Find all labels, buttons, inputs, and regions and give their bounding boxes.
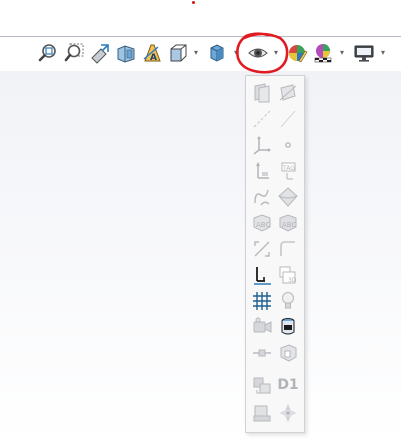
zoom-to-fit-icon[interactable]	[37, 42, 59, 64]
view-weld-beads-part-icon[interactable]	[277, 342, 299, 364]
view-orientation-icon[interactable]	[167, 42, 189, 64]
heads-up-view-toolbar: A ▾ ▾ ▾ ▾ ▾	[0, 36, 401, 71]
view-orientation-dropdown-arrow[interactable]: ▾	[192, 43, 200, 63]
previous-view-icon[interactable]	[89, 42, 111, 64]
section-view-icon[interactable]	[115, 42, 137, 64]
view-coordinate-systems-icon[interactable]	[251, 134, 273, 156]
hide-show-items-flyout: TAG ABC ABC 3D D1	[245, 75, 305, 433]
view-dimension-names-label[interactable]: D1	[277, 374, 299, 396]
view-center-of-mass-icon[interactable]	[277, 402, 299, 424]
view-cameras-icon[interactable]	[251, 316, 273, 338]
view-settings-dropdown-arrow[interactable]: ▾	[379, 43, 387, 63]
edit-appearance-icon[interactable]	[286, 42, 308, 64]
svg-text:3D: 3D	[288, 277, 297, 284]
view-sketches-icon[interactable]: ABC	[251, 212, 273, 234]
hide-show-items-icon[interactable]	[247, 42, 269, 64]
svg-text:A: A	[150, 53, 157, 63]
view-sketch-planes-icon[interactable]	[251, 238, 273, 260]
zoom-to-area-icon[interactable]	[63, 42, 85, 64]
view-axes-lines-icon[interactable]	[277, 108, 299, 130]
view-routing-points-icon[interactable]: TAG	[277, 160, 299, 182]
display-style-dropdown-arrow[interactable]: ▾	[232, 43, 240, 63]
view-parting-lines-icon[interactable]	[277, 186, 299, 208]
view-grid-icon[interactable]	[251, 290, 273, 312]
view-planes-icon[interactable]	[251, 82, 273, 104]
view-sketch-dimensions-icon[interactable]	[277, 238, 299, 260]
title-bar-area	[0, 0, 401, 36]
view-decals-icon[interactable]	[277, 316, 299, 338]
dynamic-annotation-views-icon[interactable]: A	[141, 42, 163, 64]
view-axes-icon[interactable]	[277, 82, 299, 104]
view-sketch-relations-icon[interactable]	[251, 264, 273, 286]
display-style-icon[interactable]	[206, 42, 228, 64]
title-bar-marker	[192, 1, 195, 4]
view-3d-dimensions-icon[interactable]: 3D	[277, 264, 299, 286]
hide-show-items-dropdown-arrow[interactable]: ▾	[272, 43, 280, 63]
view-settings-icon[interactable]	[353, 42, 375, 64]
apply-scene-dropdown-arrow[interactable]: ▾	[338, 43, 346, 63]
apply-scene-icon[interactable]	[312, 42, 334, 64]
view-points-icon[interactable]	[277, 134, 299, 156]
view-curves-icon[interactable]	[251, 186, 273, 208]
svg-text:ABC: ABC	[256, 221, 270, 229]
view-lights-icon[interactable]	[277, 290, 299, 312]
svg-text:ABC: ABC	[282, 221, 296, 229]
view-mates-icon[interactable]	[251, 374, 273, 396]
view-3d-sketches-icon[interactable]: ABC	[277, 212, 299, 234]
svg-text:TAG: TAG	[282, 165, 295, 172]
view-routing-points-icon[interactable]	[251, 402, 273, 424]
view-weld-beads-icon[interactable]	[251, 342, 273, 364]
view-origins-icon[interactable]	[251, 160, 273, 182]
view-temporary-axes-icon[interactable]	[251, 108, 273, 130]
